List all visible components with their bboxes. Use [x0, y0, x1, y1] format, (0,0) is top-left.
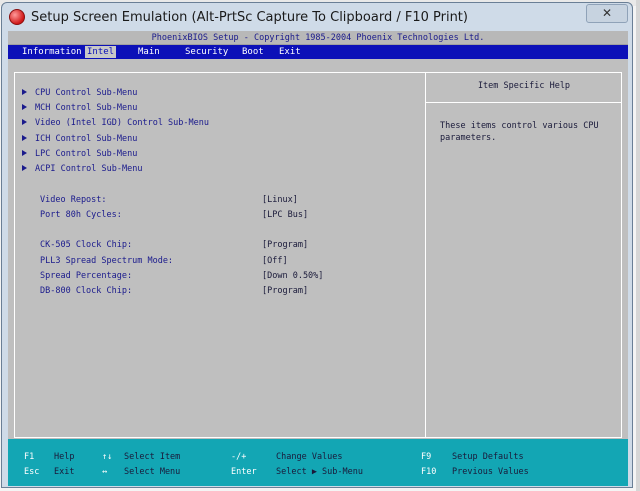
- title-bar[interactable]: Setup Screen Emulation (Alt-PrtSc Captur…: [2, 3, 632, 31]
- background-scrollbar-edge: [636, 0, 640, 491]
- menu-exit[interactable]: Exit: [277, 46, 303, 58]
- submenu-mch-control[interactable]: MCH Control Sub-Menu: [22, 102, 137, 114]
- key-f10-desc: Previous Values: [452, 467, 529, 477]
- submenu-arrow-icon: [22, 150, 27, 156]
- setting-value-video-repost[interactable]: [Linux]: [262, 194, 298, 206]
- setting-value-db800[interactable]: [Program]: [262, 285, 308, 297]
- key-leftright: ↔: [102, 467, 108, 477]
- setting-label-spread-percentage: Spread Percentage:: [40, 271, 133, 281]
- key-updown: ↑↓: [102, 452, 113, 462]
- bios-copyright: PhoenixBIOS Setup - Copyright 1985-2004 …: [151, 33, 485, 43]
- key-f10: F10: [421, 467, 437, 477]
- submenu-label: ICH Control Sub-Menu: [35, 134, 138, 144]
- menu-information[interactable]: Information: [20, 46, 84, 58]
- key-enter-desc: Select ▶ Sub-Menu: [276, 467, 363, 477]
- submenu-label: ACPI Control Sub-Menu: [35, 164, 143, 174]
- setting-label-db800: DB-800 Clock Chip:: [40, 286, 133, 296]
- key-f1-desc: Help: [54, 452, 75, 462]
- key-updown-desc: Select Item: [124, 452, 181, 462]
- bios-key-legend: F1 Help ↑↓ Select Item -/+ Change Values…: [8, 439, 628, 486]
- menu-intel[interactable]: Intel: [85, 46, 117, 58]
- submenu-label: CPU Control Sub-Menu: [35, 88, 138, 98]
- setting-value-spread-percentage[interactable]: [Down 0.50%]: [262, 270, 323, 282]
- setting-value-ck505[interactable]: [Program]: [262, 239, 308, 251]
- submenu-label: Video (Intel IGD) Control Sub-Menu: [35, 118, 209, 128]
- submenu-arrow-icon: [22, 135, 27, 141]
- key-minus-plus-desc: Change Values: [276, 452, 343, 462]
- submenu-video-control[interactable]: Video (Intel IGD) Control Sub-Menu: [22, 117, 209, 129]
- bios-menubar: Information Intel Main Security Boot Exi…: [8, 45, 628, 59]
- setting-label-ck505: CK-505 Clock Chip:: [40, 240, 133, 250]
- key-f1: F1: [24, 452, 35, 462]
- setting-value-pll3-spread[interactable]: [Off]: [262, 255, 288, 267]
- submenu-arrow-icon: [22, 119, 27, 125]
- submenu-label: LPC Control Sub-Menu: [35, 149, 138, 159]
- window-title: Setup Screen Emulation (Alt-PrtSc Captur…: [31, 10, 468, 25]
- bios-header: PhoenixBIOS Setup - Copyright 1985-2004 …: [8, 31, 628, 45]
- key-esc: Esc: [24, 467, 40, 477]
- panel-divider: [425, 72, 426, 438]
- key-minus-plus: -/+: [231, 452, 247, 462]
- submenu-cpu-control[interactable]: CPU Control Sub-Menu: [22, 87, 137, 99]
- menu-boot[interactable]: Boot: [240, 46, 266, 58]
- submenu-acpi-control[interactable]: ACPI Control Sub-Menu: [22, 163, 142, 175]
- setting-value-port-80h[interactable]: [LPC Bus]: [262, 209, 308, 221]
- key-f9-desc: Setup Defaults: [452, 452, 524, 462]
- help-divider: [426, 102, 622, 103]
- app-icon: [9, 9, 25, 25]
- submenu-arrow-icon: [22, 89, 27, 95]
- setting-label-video-repost: Video Repost:: [40, 195, 107, 205]
- submenu-ich-control[interactable]: ICH Control Sub-Menu: [22, 133, 137, 145]
- setup-window: Setup Screen Emulation (Alt-PrtSc Captur…: [1, 2, 633, 488]
- submenu-arrow-icon: [22, 165, 27, 171]
- submenu-arrow-icon: [22, 104, 27, 110]
- help-title: Item Specific Help: [477, 81, 571, 91]
- submenu-label: MCH Control Sub-Menu: [35, 103, 138, 113]
- key-f9: F9: [421, 452, 432, 462]
- setting-label-pll3-spread: PLL3 Spread Spectrum Mode:: [40, 256, 174, 266]
- key-esc-desc: Exit: [54, 467, 75, 477]
- setting-label-port-80h: Port 80h Cycles:: [40, 210, 122, 220]
- submenu-lpc-control[interactable]: LPC Control Sub-Menu: [22, 148, 137, 160]
- bios-screen: PhoenixBIOS Setup - Copyright 1985-2004 …: [8, 31, 628, 486]
- close-button[interactable]: ✕: [586, 4, 628, 23]
- key-enter: Enter: [231, 467, 257, 477]
- menu-security[interactable]: Security: [183, 46, 230, 58]
- help-text: These items control various CPU paramete…: [440, 121, 599, 143]
- menu-main[interactable]: Main: [136, 46, 162, 58]
- key-leftright-desc: Select Menu: [124, 467, 181, 477]
